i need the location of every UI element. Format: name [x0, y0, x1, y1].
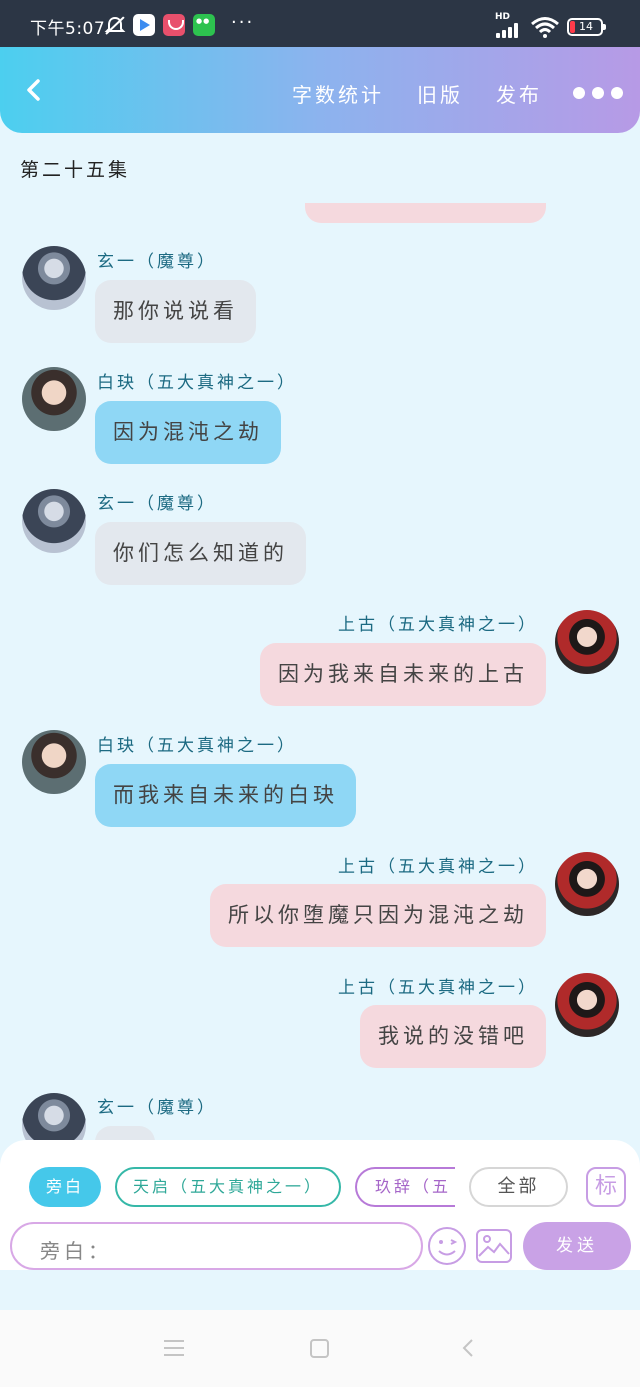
wifi-icon [531, 17, 559, 38]
panel-bottom-band [0, 1270, 640, 1310]
message-bubble[interactable]: 你们怎么知道的 [95, 522, 306, 585]
word-count-button[interactable]: 字数统计 [292, 79, 384, 108]
message-bubble[interactable]: 而我来自未来的白玦 [95, 764, 356, 827]
speaker-name: 上古（五大真神之一） [338, 978, 538, 998]
message-bubble[interactable]: 所以你堕魔只因为混沌之劫 [210, 884, 546, 947]
message-bubble[interactable]: 因为混沌之劫 [95, 401, 281, 464]
avatar-shanggu[interactable] [555, 610, 619, 674]
avatar-xuanyi[interactable] [22, 1093, 86, 1143]
all-roles-button[interactable]: 全部 [469, 1167, 568, 1207]
speaker-name: 白玦（五大真神之一） [97, 373, 297, 393]
avatar-shanggu[interactable] [555, 973, 619, 1037]
wechat-icon [193, 14, 215, 36]
input-panel: 旁白 天启（五大真神之一） 玖辞（五 全部 标 旁白： 发送 [0, 1140, 640, 1270]
avatar-xuanyi[interactable] [22, 489, 86, 553]
status-bar: 下午5:07 ··· HD 14 [0, 0, 640, 48]
app-notification-icon [163, 14, 185, 36]
role-chip-narration[interactable]: 旁白 [29, 1167, 101, 1207]
signal-icon [496, 22, 522, 38]
more-notifications-icon: ··· [231, 12, 255, 33]
play-store-icon [133, 14, 155, 36]
emoji-icon[interactable] [427, 1226, 467, 1266]
recent-apps-icon[interactable] [164, 1340, 184, 1356]
avatar-baijue[interactable] [22, 730, 86, 794]
old-version-button[interactable]: 旧版 [417, 79, 463, 108]
chat-area[interactable]: 第二十五集 玄一（魔尊） 那你说说看 白玦（五大真神之一） 因为混沌之劫 玄一（… [0, 133, 640, 1143]
episode-title: 第二十五集 [20, 159, 131, 181]
message-input[interactable]: 旁白： [10, 1222, 423, 1270]
avatar-xuanyi[interactable] [22, 246, 86, 310]
back-button[interactable] [18, 73, 52, 107]
message-bubble-partial [305, 203, 546, 223]
publish-button[interactable]: 发布 [496, 79, 542, 108]
speaker-name: 白玦（五大真神之一） [97, 736, 297, 756]
speaker-name: 玄一（魔尊） [97, 1098, 217, 1118]
message-bubble[interactable]: 因为我来自未来的上古 [260, 643, 546, 706]
system-nav-bar [0, 1310, 640, 1387]
battery-icon: 14 [567, 18, 606, 36]
mute-bell-icon [104, 16, 126, 35]
hd-label: HD [495, 12, 511, 22]
role-chip-tianqi[interactable]: 天启（五大真神之一） [115, 1167, 341, 1207]
input-role-prefix: 旁白： [40, 1239, 112, 1263]
message-bubble[interactable]: 那你说说看 [95, 280, 256, 343]
role-chip-jiuci[interactable]: 玖辞（五 [355, 1167, 455, 1207]
image-icon[interactable] [474, 1226, 514, 1266]
home-icon[interactable] [310, 1339, 329, 1358]
send-button[interactable]: 发送 [523, 1222, 631, 1270]
back-nav-icon[interactable] [460, 1338, 476, 1358]
speaker-name: 玄一（魔尊） [97, 252, 217, 272]
speaker-name: 上古（五大真神之一） [338, 857, 538, 877]
avatar-baijue[interactable] [22, 367, 86, 431]
avatar-shanggu[interactable] [555, 852, 619, 916]
speaker-name: 上古（五大真神之一） [338, 615, 538, 635]
status-time: 下午5:07 [30, 19, 106, 39]
tag-button[interactable]: 标 [586, 1167, 626, 1207]
top-header: 字数统计 旧版 发布 [0, 47, 640, 133]
battery-level: 14 [579, 20, 593, 33]
speaker-name: 玄一（魔尊） [97, 494, 217, 514]
message-bubble[interactable]: 我说的没错吧 [360, 1005, 546, 1068]
more-menu-button[interactable] [573, 87, 623, 101]
